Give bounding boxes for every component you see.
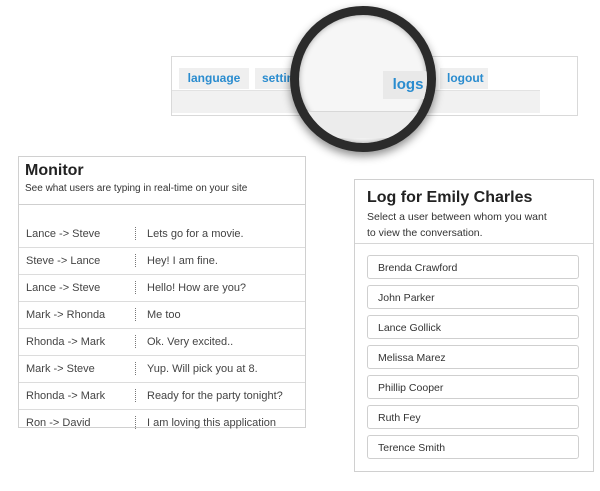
divider <box>19 204 305 205</box>
log-panel: Log for Emily Charles Select a user betw… <box>354 179 594 472</box>
tab-language[interactable]: language <box>179 68 249 89</box>
divider <box>135 227 136 240</box>
user-button[interactable]: Lance Gollick <box>367 315 579 339</box>
conversation-participants: Lance -> Steve <box>26 228 101 240</box>
divider <box>355 243 593 244</box>
magnifier-lens-icon: monitor logs <box>290 6 436 152</box>
divider <box>135 281 136 294</box>
divider <box>135 362 136 375</box>
log-subtitle: Select a user between whom you want to v… <box>367 211 547 239</box>
user-button[interactable]: John Parker <box>367 285 579 309</box>
list-item: Mark -> Rhonda Me too <box>19 302 305 329</box>
tab-logout[interactable]: logout <box>440 68 488 89</box>
conversation-participants: Mark -> Rhonda <box>26 309 106 321</box>
list-item: Mark -> Steve Yup. Will pick you at 8. <box>19 356 305 383</box>
conversation-participants: Mark -> Steve <box>26 363 95 375</box>
list-item: Rhonda -> Mark Ok. Very excited.. <box>19 329 305 356</box>
user-button[interactable]: Brenda Crawford <box>367 255 579 279</box>
message-text: Lets go for a movie. <box>147 228 244 240</box>
user-list: Brenda Crawford John Parker Lance Gollic… <box>367 255 579 465</box>
monitor-title: Monitor <box>25 162 84 179</box>
message-text: Yup. Will pick you at 8. <box>147 363 258 375</box>
message-text: I am loving this application <box>147 417 277 429</box>
user-button[interactable]: Melissa Marez <box>367 345 579 369</box>
list-item: Ron -> David I am loving this applicatio… <box>19 410 305 436</box>
conversation-participants: Lance -> Steve <box>26 282 101 294</box>
user-button[interactable]: Ruth Fey <box>367 405 579 429</box>
log-title: Log for Emily Charles <box>367 189 533 206</box>
divider <box>135 254 136 267</box>
divider <box>135 308 136 321</box>
divider <box>135 389 136 402</box>
conversation-participants: Ron -> David <box>26 417 91 429</box>
message-text: Me too <box>147 309 181 321</box>
user-button[interactable]: Terence Smith <box>367 435 579 459</box>
conversation-participants: Steve -> Lance <box>26 255 101 267</box>
monitor-panel: Monitor See what users are typing in rea… <box>18 156 306 429</box>
message-text: Hello! How are you? <box>147 282 247 294</box>
message-text: Hey! I am fine. <box>147 255 218 267</box>
list-item: Lance -> Steve Hello! How are you? <box>19 275 305 302</box>
divider <box>135 416 136 429</box>
list-item: Lance -> Steve Lets go for a movie. <box>19 221 305 248</box>
monitor-list: Lance -> Steve Lets go for a movie. Stev… <box>19 221 305 436</box>
monitor-subtitle: See what users are typing in real-time o… <box>25 183 248 194</box>
list-item: Steve -> Lance Hey! I am fine. <box>19 248 305 275</box>
divider <box>135 335 136 348</box>
conversation-participants: Rhonda -> Mark <box>26 390 106 402</box>
tab-logs[interactable]: logs <box>383 71 427 99</box>
conversation-participants: Rhonda -> Mark <box>26 336 106 348</box>
message-text: Ready for the party tonight? <box>147 390 283 402</box>
magnified-content-area <box>299 111 427 138</box>
list-item: Rhonda -> Mark Ready for the party tonig… <box>19 383 305 410</box>
user-button[interactable]: Phillip Cooper <box>367 375 579 399</box>
message-text: Ok. Very excited.. <box>147 336 234 348</box>
